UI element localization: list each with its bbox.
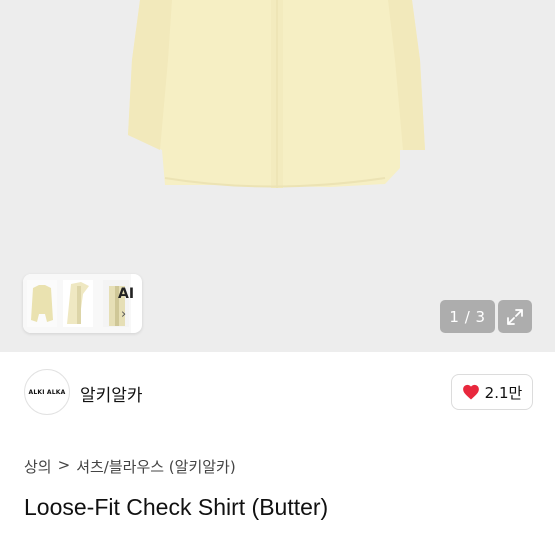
product-image-gallery[interactable]: AI › 1 / 3 <box>0 0 555 352</box>
shop-logo-text: ALKI ALKA <box>28 388 66 396</box>
expand-icon <box>507 308 523 325</box>
shop-logo[interactable]: ALKI ALKA <box>24 369 70 415</box>
breadcrumb-category[interactable]: 상의 <box>24 456 52 477</box>
breadcrumb-subcategory[interactable]: 셔츠/블라우스 (알키알카) <box>76 456 236 477</box>
ai-thumbnail-card[interactable]: AI › <box>23 274 142 333</box>
breadcrumb-separator: > <box>57 456 71 474</box>
image-pager: 1 / 3 <box>440 300 495 333</box>
like-count: 2.1만 <box>484 383 523 402</box>
chevron-right-icon: › <box>121 307 127 322</box>
breadcrumb: 상의 > 셔츠/블라우스 (알키알카) <box>24 456 236 477</box>
expand-button[interactable] <box>498 300 532 333</box>
heart-icon <box>462 384 479 400</box>
like-button[interactable]: 2.1만 <box>451 374 533 410</box>
thumbnail-images <box>23 274 131 333</box>
product-title: Loose-Fit Check Shirt (Butter) <box>24 494 329 520</box>
ai-label: AI <box>118 286 135 302</box>
shop-name[interactable]: 알키알카 <box>80 381 143 406</box>
